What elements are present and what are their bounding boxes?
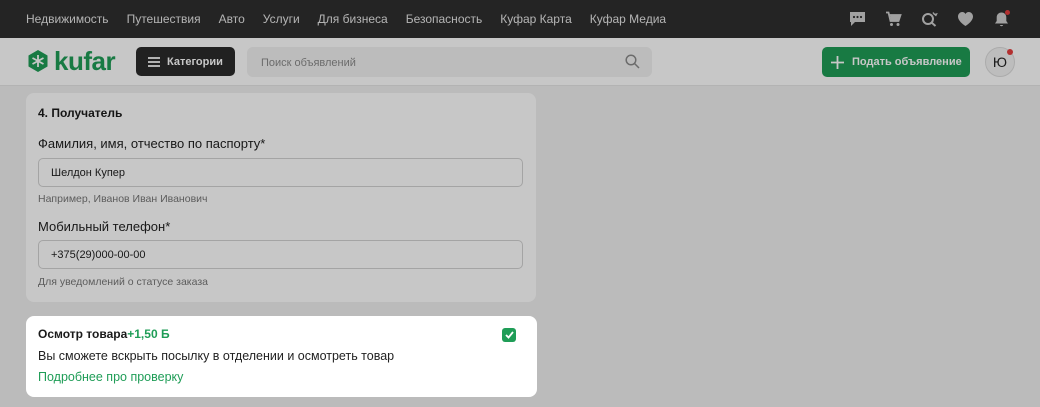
inspection-details-link[interactable]: Подробнее про проверку — [38, 370, 183, 384]
inspection-price: +1,50 Б — [127, 327, 170, 341]
inspection-title: Осмотр товара+1,50 Б — [38, 327, 170, 341]
inspection-description: Вы сможете вскрыть посылку в отделении и… — [38, 349, 395, 363]
inspection-checkbox[interactable] — [502, 328, 516, 342]
checkmark-icon — [504, 331, 514, 339]
inspection-title-text: Осмотр товара — [38, 327, 128, 341]
inspection-card: Осмотр товара+1,50 Б Вы сможете вскрыть … — [26, 316, 537, 397]
